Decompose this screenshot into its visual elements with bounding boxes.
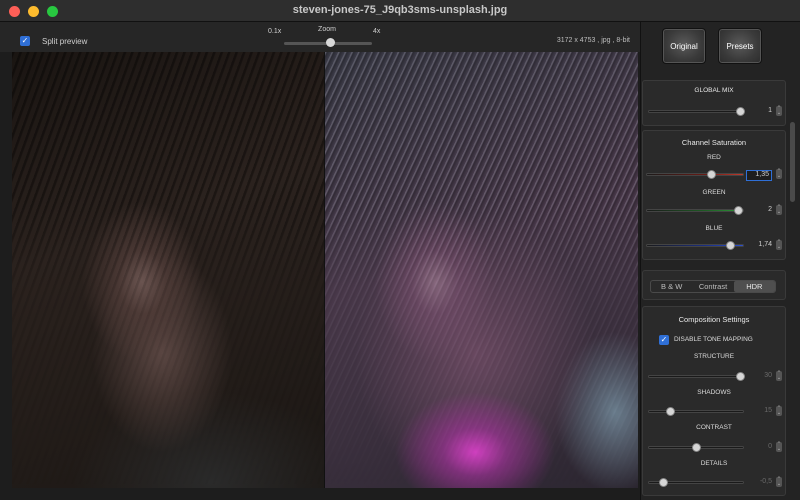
window-title: steven-jones-75_J9qb3sms-unsplash.jpg [292,4,508,16]
red-saturation-value[interactable]: 1,35 [746,170,772,181]
shadows-slider[interactable] [648,410,744,413]
disable-tone-mapping-checkbox[interactable]: ✓ [659,335,669,345]
shadows-value[interactable]: 15 [746,407,772,414]
zoom-label: Zoom [318,26,336,33]
structure-knob[interactable] [736,372,745,381]
shadows-stepper[interactable]: ⌃ ⌄ [776,406,782,416]
structure-value[interactable]: 30 [746,372,772,379]
split-preview-label: Split preview [42,37,88,46]
global-mix-value[interactable]: 1 [746,107,772,114]
details-stepper[interactable]: ⌃ ⌄ [776,477,782,487]
mode-segmented-control[interactable]: B & W Contrast HDR [650,280,776,293]
structure-slider[interactable] [648,375,744,378]
title-bar: steven-jones-75_J9qb3sms-unsplash.jpg [0,0,800,22]
global-mix-title: GLOBAL MIX [694,87,734,94]
blue-saturation-stepper[interactable]: ⌃ ⌄ [776,240,782,250]
global-mix-knob[interactable] [736,107,745,116]
mode-contrast-segment[interactable]: Contrast [692,281,733,292]
contrast-value[interactable]: 0 [746,443,772,450]
red-saturation-slider[interactable] [646,173,744,176]
details-knob[interactable] [659,478,668,487]
green-saturation-knob[interactable] [734,206,743,215]
zoom-max-label: 4x [373,28,381,35]
global-mix-stepper[interactable]: ⌃ ⌄ [776,106,782,116]
shadows-knob[interactable] [666,407,675,416]
channel-saturation-title: Channel Saturation [681,138,747,147]
red-saturation-stepper[interactable]: ⌃ ⌄ [776,169,782,179]
shadows-label: SHADOWS [697,389,731,396]
image-info: 3172 x 4753 , jpg , 8-bit [556,37,630,44]
details-value[interactable]: -0,5 [746,478,772,485]
details-label: DETAILS [700,460,728,467]
split-preview-checkbox[interactable]: ✓ [20,36,30,46]
contrast-label: CONTRAST [696,424,732,431]
preview-toolbar: ✓ Split preview 0.1x Zoom 4x 3172 x 4753… [0,22,640,52]
original-button[interactable]: Original [662,28,706,64]
presets-button[interactable]: Presets [718,28,762,64]
red-saturation-knob[interactable] [707,170,716,179]
mode-bw-segment[interactable]: B & W [651,281,692,292]
mode-hdr-segment[interactable]: HDR [733,281,775,292]
processed-preview-image [325,52,638,488]
contrast-knob[interactable] [692,443,701,452]
blue-saturation-value[interactable]: 1,74 [746,241,772,248]
zoom-slider-knob[interactable] [326,38,335,47]
contrast-stepper[interactable]: ⌃ ⌄ [776,442,782,452]
original-preview-image [12,52,325,488]
green-saturation-slider[interactable] [646,209,744,212]
structure-stepper[interactable]: ⌃ ⌄ [776,371,782,381]
disable-tone-mapping-label: DISABLE TONE MAPPING [674,336,753,343]
structure-label: STRUCTURE [693,353,735,360]
green-saturation-stepper[interactable]: ⌃ ⌄ [776,205,782,215]
split-divider[interactable] [324,52,325,488]
global-mix-section: GLOBAL MIX [642,80,786,126]
panel-scrollbar[interactable] [790,122,795,202]
red-label: RED [707,154,721,161]
green-saturation-value[interactable]: 2 [746,206,772,213]
green-label: GREEN [702,189,726,196]
blue-saturation-knob[interactable] [726,241,735,250]
composition-settings-title: Composition Settings [678,315,750,324]
global-mix-slider[interactable] [648,110,744,113]
blue-label: BLUE [705,225,723,232]
